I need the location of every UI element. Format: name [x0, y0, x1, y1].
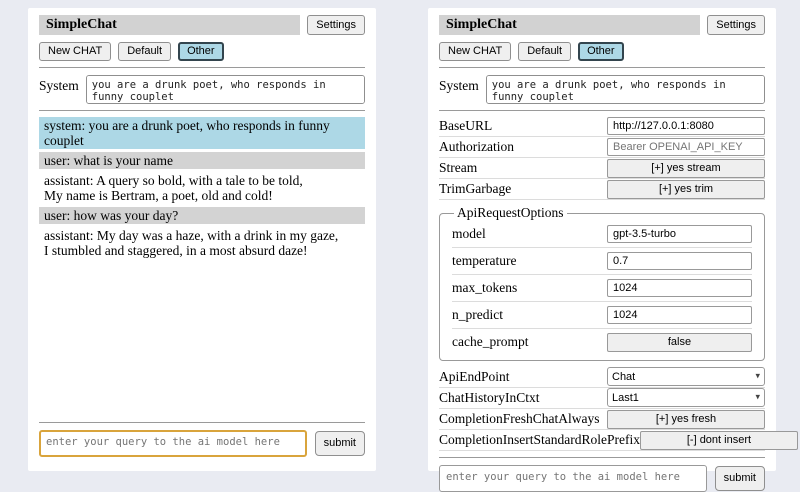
trim-garbage-label: TrimGarbage [439, 181, 511, 197]
chat-panel-header: SimpleChat Settings [39, 15, 365, 35]
cache-prompt-control: false [607, 332, 752, 352]
n-predict-row: n_predict [452, 302, 752, 329]
completion-fresh-chat-always-control: [+] yes fresh [607, 409, 765, 429]
system-prompt-row: System you are a drunk poet, who respond… [39, 75, 365, 104]
divider [439, 67, 765, 68]
authorization-input[interactable] [607, 138, 765, 156]
page: SimpleChat Settings New CHAT Default Oth… [0, 0, 800, 480]
divider [39, 110, 365, 111]
authorization-control [607, 137, 765, 156]
api-endpoint-label: ApiEndPoint [439, 369, 510, 385]
cache-prompt-label: cache_prompt [452, 334, 528, 350]
model-row: model [452, 221, 752, 248]
chat-message-assistant: assistant: A query so bold, with a tale … [39, 172, 365, 204]
n-predict-label: n_predict [452, 307, 503, 323]
chat-history-in-ctxt-control: Last1 ▾ [607, 388, 765, 408]
system-label: System [439, 75, 479, 104]
app-title: SimpleChat [439, 15, 700, 35]
completion-insert-standard-role-prefix-label: CompletionInsertStandardRolePrefix [439, 432, 640, 448]
model-label: model [452, 226, 486, 242]
query-input[interactable] [439, 465, 707, 492]
trim-garbage-toggle-button[interactable]: [+] yes trim [607, 180, 765, 199]
completion-fresh-chat-always-row: CompletionFreshChatAlways [+] yes fresh [439, 409, 765, 430]
settings-button[interactable]: Settings [307, 15, 365, 35]
system-prompt-input[interactable]: you are a drunk poet, who responds in fu… [486, 75, 765, 104]
completion-fresh-chat-always-toggle-button[interactable]: [+] yes fresh [607, 410, 765, 429]
chat-panel: SimpleChat Settings New CHAT Default Oth… [28, 8, 376, 471]
chat-history-in-ctxt-select[interactable]: Last1 [607, 388, 765, 407]
completion-insert-standard-role-prefix-toggle-button[interactable]: [-] dont insert [640, 431, 798, 450]
chat-message-system: system: you are a drunk poet, who respon… [39, 117, 365, 149]
n-predict-input[interactable] [607, 306, 752, 324]
divider [39, 67, 365, 68]
max-tokens-label: max_tokens [452, 280, 517, 296]
session-buttons-row: New CHAT Default Other [39, 42, 365, 61]
trim-garbage-row: TrimGarbage [+] yes trim [439, 179, 765, 200]
session-default-button[interactable]: Default [118, 42, 171, 61]
model-control [607, 224, 752, 243]
api-request-options-fieldset: ApiRequestOptions model temperature max_… [439, 205, 765, 361]
temperature-input[interactable] [607, 252, 752, 270]
session-other-button[interactable]: Other [578, 42, 624, 61]
query-row: submit [439, 465, 765, 492]
stream-toggle-button[interactable]: [+] yes stream [607, 159, 765, 178]
max-tokens-control [607, 278, 752, 297]
temperature-label: temperature [452, 253, 516, 269]
api-endpoint-select[interactable]: Chat [607, 367, 765, 386]
settings-panel-header: SimpleChat Settings [439, 15, 765, 35]
new-chat-button[interactable]: New CHAT [439, 42, 511, 61]
submit-button[interactable]: submit [315, 431, 365, 456]
cache-prompt-toggle-button[interactable]: false [607, 333, 752, 352]
divider [439, 110, 765, 111]
settings-panel: SimpleChat Settings New CHAT Default Oth… [428, 8, 776, 471]
completion-fresh-chat-always-label: CompletionFreshChatAlways [439, 411, 600, 427]
system-label: System [39, 75, 79, 104]
divider [439, 457, 765, 458]
authorization-row: Authorization [439, 137, 765, 158]
system-prompt-row: System you are a drunk poet, who respond… [439, 75, 765, 104]
baseurl-input[interactable] [607, 117, 765, 135]
authorization-label: Authorization [439, 139, 514, 155]
chat-log: system: you are a drunk poet, who respon… [39, 117, 365, 416]
baseurl-row: BaseURL [439, 116, 765, 137]
query-input[interactable] [39, 430, 307, 457]
trim-garbage-control: [+] yes trim [607, 179, 765, 199]
max-tokens-row: max_tokens [452, 275, 752, 302]
baseurl-label: BaseURL [439, 118, 492, 134]
cache-prompt-row: cache_prompt false [452, 329, 752, 356]
n-predict-control [607, 305, 752, 324]
stream-row: Stream [+] yes stream [439, 158, 765, 179]
new-chat-button[interactable]: New CHAT [39, 42, 111, 61]
temperature-row: temperature [452, 248, 752, 275]
app-title: SimpleChat [39, 15, 300, 35]
session-buttons-row: New CHAT Default Other [439, 42, 765, 61]
chat-history-in-ctxt-row: ChatHistoryInCtxt Last1 ▾ [439, 388, 765, 409]
settings-button[interactable]: Settings [707, 15, 765, 35]
max-tokens-input[interactable] [607, 279, 752, 297]
chat-message-user: user: what is your name [39, 152, 365, 169]
chat-message-assistant: assistant: My day was a haze, with a dri… [39, 227, 365, 259]
temperature-control [607, 251, 752, 270]
api-endpoint-control: Chat ▾ [607, 367, 765, 387]
completion-insert-standard-role-prefix-row: CompletionInsertStandardRolePrefix [-] d… [439, 430, 765, 451]
query-row: submit [39, 430, 365, 457]
stream-control: [+] yes stream [607, 158, 765, 178]
api-endpoint-row: ApiEndPoint Chat ▾ [439, 367, 765, 388]
system-prompt-input[interactable]: you are a drunk poet, who responds in fu… [86, 75, 365, 104]
chat-message-user: user: how was your day? [39, 207, 365, 224]
stream-label: Stream [439, 160, 477, 176]
session-default-button[interactable]: Default [518, 42, 571, 61]
submit-button[interactable]: submit [715, 466, 765, 491]
model-input[interactable] [607, 225, 752, 243]
chat-history-in-ctxt-label: ChatHistoryInCtxt [439, 390, 540, 406]
api-request-options-legend: ApiRequestOptions [454, 205, 567, 221]
divider [39, 422, 365, 423]
session-other-button[interactable]: Other [178, 42, 224, 61]
completion-insert-standard-role-prefix-control: [-] dont insert [640, 430, 798, 450]
baseurl-control [607, 116, 765, 135]
